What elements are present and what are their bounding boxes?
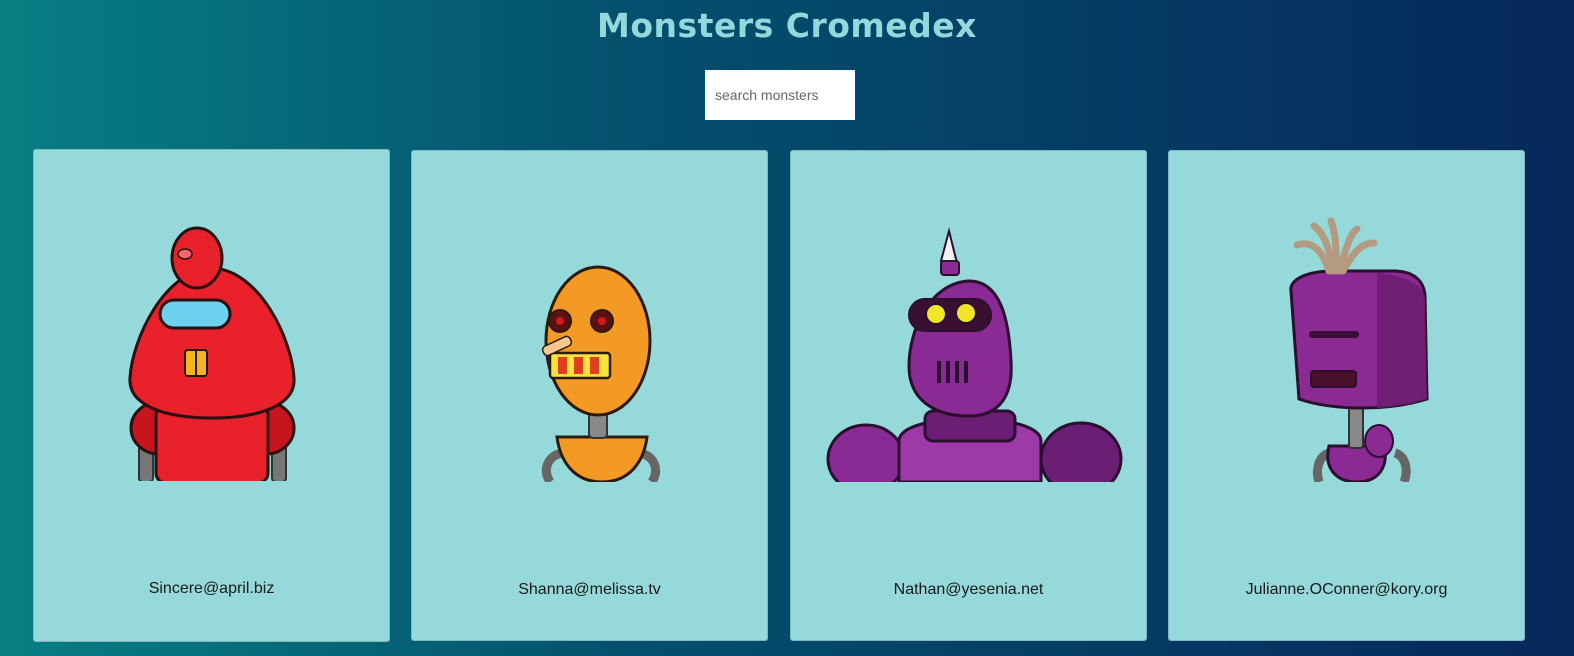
monster-card[interactable]: Nathan@yesenia.net (790, 150, 1147, 641)
monster-card[interactable]: Shanna@melissa.tv (411, 150, 768, 641)
monster-card[interactable]: Sincere@april.biz (33, 149, 390, 642)
monster-email: Nathan@yesenia.net (893, 581, 1044, 598)
monster-card[interactable]: Julianne.OConner@kory.org (1168, 150, 1525, 641)
page-title: Monsters Cromedex (597, 6, 977, 45)
monster-email: Sincere@april.biz (148, 580, 275, 597)
monster-email: Julianne.OConner@kory.org (1245, 581, 1448, 598)
purple-horn-robot-image (826, 227, 1123, 482)
search-input[interactable] (705, 70, 855, 120)
purple-bucket-robot-image (1289, 217, 1429, 482)
red-robot-image (128, 226, 296, 481)
monster-email: Shanna@melissa.tv (518, 581, 661, 598)
orange-robot-image (541, 265, 660, 482)
